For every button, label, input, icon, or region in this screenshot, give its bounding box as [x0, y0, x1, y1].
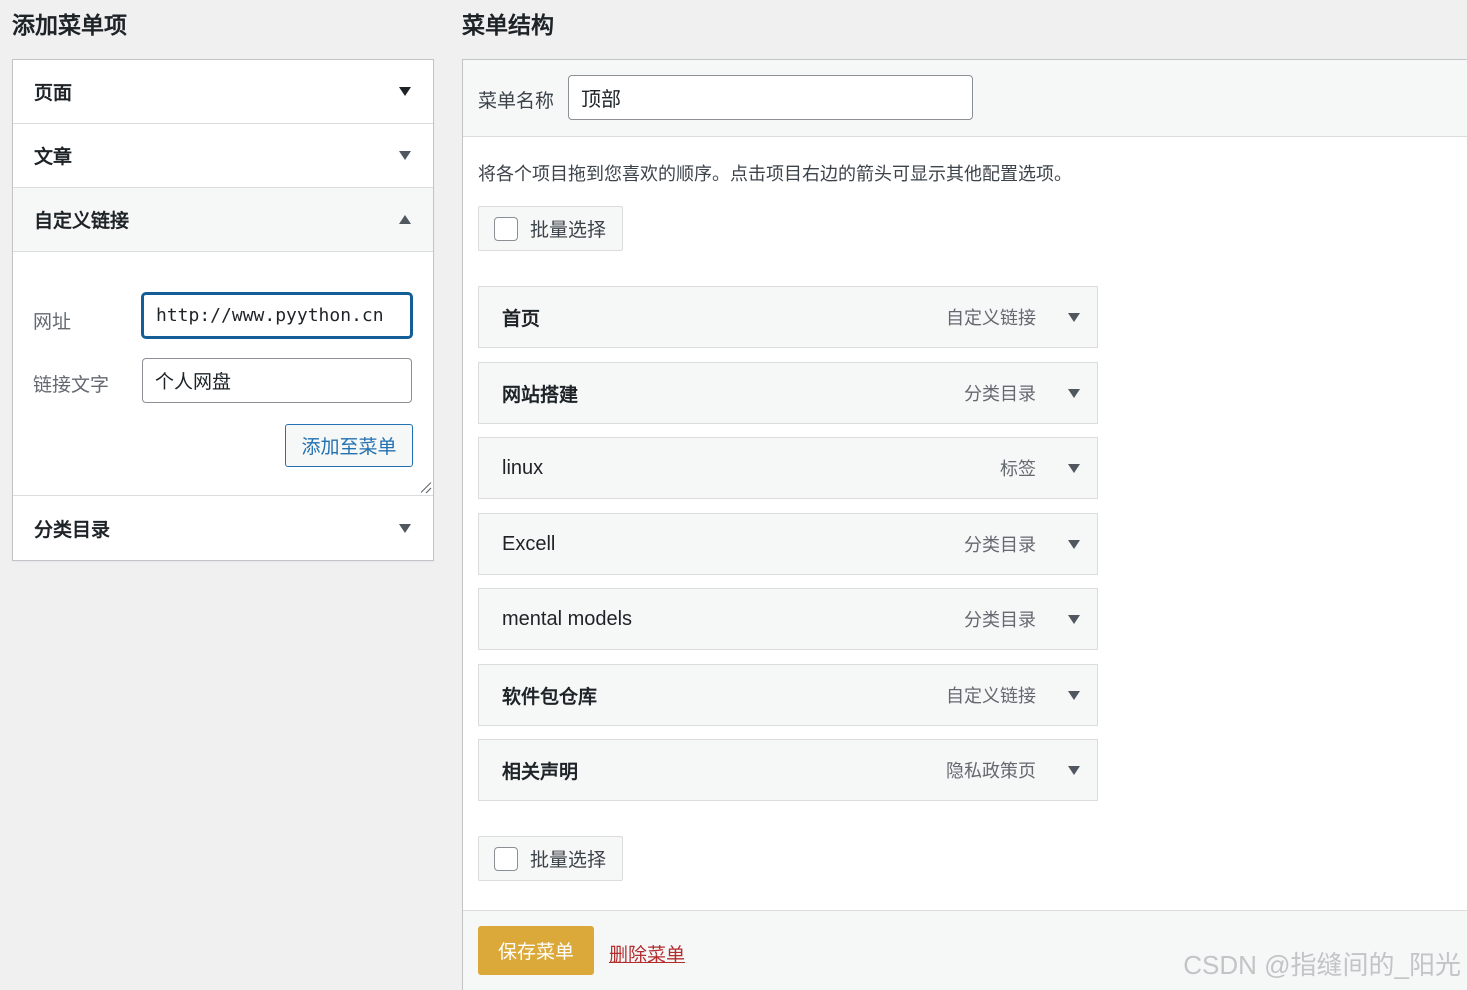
accordion-posts[interactable]: 文章 [13, 124, 433, 188]
menu-item[interactable]: linux 标签 [478, 437, 1098, 499]
bulk-select-checkbox[interactable] [494, 216, 518, 241]
accordion-custom-links[interactable]: 自定义链接 [13, 188, 433, 252]
menu-item-type: 自定义链接 [946, 686, 1036, 707]
bulk-select-bottom[interactable]: 批量选择 [478, 836, 623, 881]
item-toggle[interactable] [1059, 302, 1089, 332]
url-label: 网址 [33, 311, 72, 333]
resize-handle-icon[interactable] [419, 481, 431, 493]
menu-item-title: 软件包仓库 [502, 685, 598, 708]
bulk-select-label: 批量选择 [530, 219, 607, 241]
bulk-select-label: 批量选择 [530, 849, 607, 871]
item-toggle[interactable] [1059, 378, 1089, 408]
add-menu-items-accordion: 页面 文章 自定义链接 网址 http://www.pyython.cn 链接文… [12, 59, 434, 561]
menu-item[interactable]: 首页 自定义链接 [478, 286, 1098, 348]
caret-down-icon[interactable] [399, 523, 411, 533]
caret-down-icon[interactable] [399, 151, 411, 160]
accordion-custom-links-label: 自定义链接 [34, 210, 130, 232]
caret-down-icon [1068, 312, 1080, 322]
accordion-posts-label: 文章 [34, 146, 73, 168]
menu-name-label: 菜单名称 [478, 90, 555, 112]
item-toggle[interactable] [1059, 453, 1089, 483]
accordion-categories[interactable]: 分类目录 [13, 496, 433, 560]
caret-down-icon[interactable] [399, 87, 411, 96]
item-toggle[interactable] [1059, 680, 1089, 710]
accordion-categories-label: 分类目录 [34, 518, 111, 541]
menu-item[interactable]: 软件包仓库 自定义链接 [478, 664, 1098, 726]
menu-item-title: linux [502, 456, 544, 479]
item-toggle[interactable] [1059, 755, 1089, 785]
caret-down-icon [1068, 463, 1080, 473]
caret-down-icon [1068, 765, 1080, 775]
link-text-input[interactable]: 个人网盘 [142, 358, 412, 403]
menu-item-type: 分类目录 [964, 535, 1036, 556]
add-to-menu-button[interactable]: 添加至菜单 [285, 424, 413, 467]
caret-down-icon [1068, 690, 1080, 700]
menu-item-type: 标签 [1000, 459, 1036, 480]
caret-down-icon [1068, 539, 1080, 549]
menu-item[interactable]: 相关声明 隐私政策页 [478, 739, 1098, 801]
caret-down-icon [1068, 388, 1080, 398]
link-text-label: 链接文字 [33, 374, 110, 396]
item-toggle[interactable] [1059, 604, 1089, 634]
menu-item[interactable]: Excell 分类目录 [478, 513, 1098, 575]
menu-item-type: 自定义链接 [946, 308, 1036, 329]
menu-item-title: 网站搭建 [502, 383, 579, 406]
add-menu-items-title: 添加菜单项 [12, 13, 127, 39]
accordion-pages[interactable]: 页面 [13, 60, 433, 124]
menu-item-title: Excell [502, 532, 556, 555]
caret-up-icon[interactable] [399, 215, 411, 224]
delete-menu-link[interactable]: 删除菜单 [609, 940, 685, 967]
menu-item-title: mental models [502, 607, 633, 630]
custom-links-panel: 网址 http://www.pyython.cn 链接文字 个人网盘 添加至菜单 [13, 252, 433, 496]
menu-item-title: 首页 [502, 307, 541, 330]
menu-name-input[interactable]: 顶部 [568, 75, 973, 120]
accordion-pages-label: 页面 [34, 82, 73, 104]
menu-item-type: 分类目录 [964, 384, 1036, 405]
menu-item-type: 分类目录 [964, 610, 1036, 631]
menu-structure-panel: 菜单名称 顶部 将各个项目拖到您喜欢的顺序。点击项目右边的箭头可显示其他配置选项… [462, 59, 1467, 990]
menu-structure-title: 菜单结构 [462, 13, 554, 39]
bulk-select-top[interactable]: 批量选择 [478, 206, 623, 251]
menu-item[interactable]: mental models 分类目录 [478, 588, 1098, 650]
bulk-select-checkbox[interactable] [494, 846, 518, 871]
menu-item-type: 隐私政策页 [946, 761, 1036, 782]
menu-item-title: 相关声明 [502, 760, 579, 783]
item-toggle[interactable] [1059, 529, 1089, 559]
save-menu-button[interactable]: 保存菜单 [478, 926, 594, 975]
menu-instructions: 将各个项目拖到您喜欢的顺序。点击项目右边的箭头可显示其他配置选项。 [478, 164, 1072, 185]
watermark: CSDN @指缝间的_阳光 [1183, 950, 1461, 980]
caret-down-icon [1068, 614, 1080, 624]
menu-header: 菜单名称 顶部 [463, 60, 1467, 137]
url-input[interactable]: http://www.pyython.cn [142, 293, 412, 338]
menu-item[interactable]: 网站搭建 分类目录 [478, 362, 1098, 424]
